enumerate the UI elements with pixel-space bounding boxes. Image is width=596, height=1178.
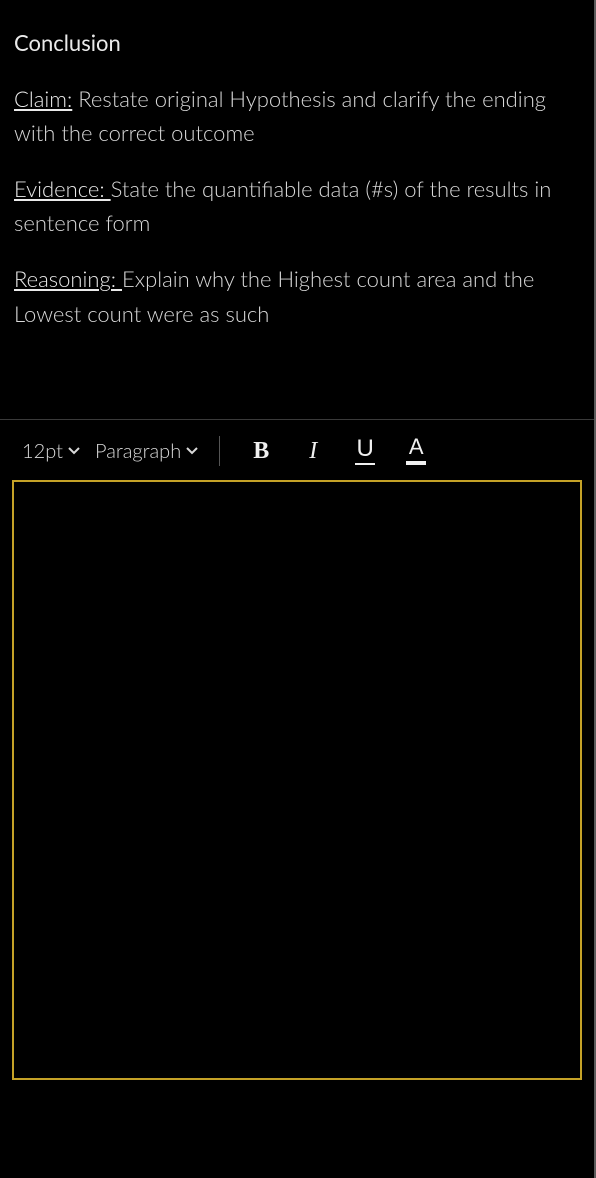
text-color-button[interactable]: A [402,436,430,466]
prompt-block: Conclusion Claim: Restate original Hypot… [0,0,594,361]
underline-bar-icon [355,463,375,465]
block-format-value: Paragraph [95,439,181,463]
prompt-item-evidence: Evidence: State the quantifiable data (#… [14,172,580,240]
format-group: B I U A [246,436,424,466]
prompt-item-reasoning: Reasoning: Explain why the Highest count… [14,262,580,330]
question-panel: Conclusion Claim: Restate original Hypot… [0,0,596,1178]
chevron-down-icon [67,444,81,458]
text-color-icon: A [409,436,424,458]
italic-icon: I [309,439,317,463]
text-color-swatch [406,461,426,465]
chevron-down-icon [185,444,199,458]
prompt-item-claim: Claim: Restate original Hypothesis and c… [14,82,580,150]
font-size-value: 12pt [22,439,63,463]
prompt-text-claim: Restate original Hypothesis and clarify … [14,85,546,146]
editor-area [12,480,582,1080]
prompt-label-reasoning: Reasoning: [14,265,122,292]
editor-content[interactable] [14,482,580,1078]
bold-icon: B [253,439,269,463]
underline-icon: U [357,437,374,461]
toolbar-separator [219,436,220,466]
editor-toolbar: 12pt Paragraph B I U [0,430,594,478]
prompt-label-evidence: Evidence: [14,175,111,202]
prompt-label-claim: Claim: [14,85,72,112]
prompt-title: Conclusion [14,26,580,60]
font-size-dropdown[interactable]: 12pt [20,437,83,465]
rich-text-editor: 12pt Paragraph B I U [0,419,594,1080]
underline-button[interactable]: U [350,436,380,466]
italic-button[interactable]: I [298,436,328,466]
block-format-dropdown[interactable]: Paragraph [93,437,201,465]
bold-button[interactable]: B [246,436,276,466]
